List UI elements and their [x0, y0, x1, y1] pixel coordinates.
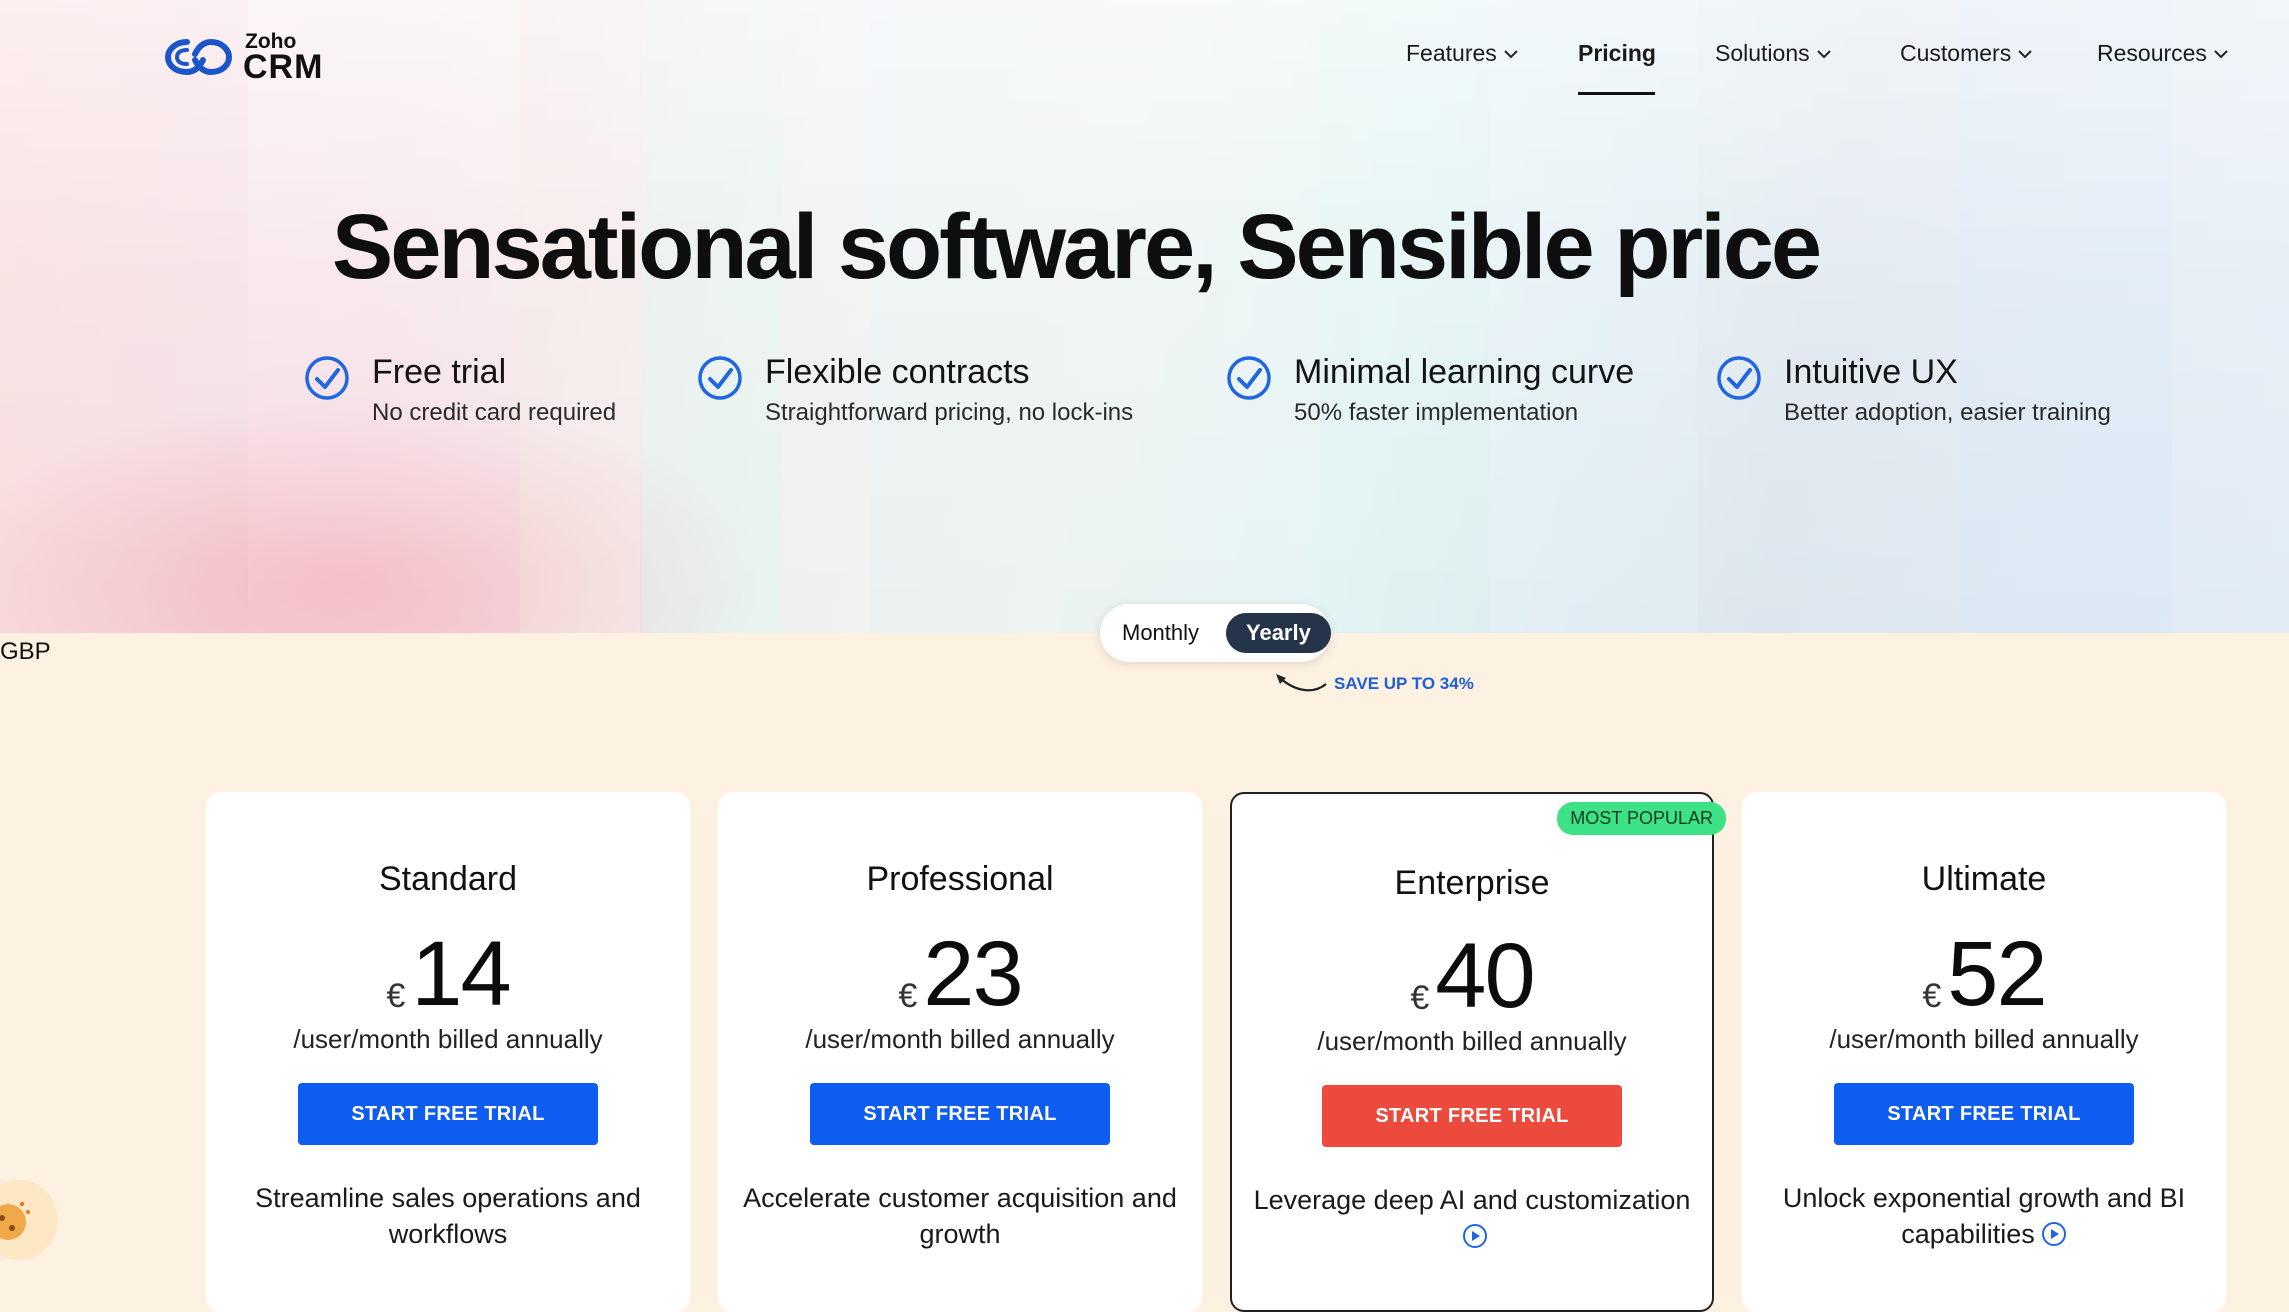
plan-description: Streamline sales operations and workflow…	[255, 1183, 641, 1249]
toggle-yearly[interactable]: Yearly	[1226, 613, 1331, 653]
price-amount: 14	[411, 923, 511, 1025]
start-free-trial-button[interactable]: START FREE TRIAL	[1834, 1083, 2134, 1145]
plan-price: €40	[1232, 924, 1712, 1029]
most-popular-badge: MOST POPULAR	[1557, 802, 1726, 835]
play-circle-icon[interactable]	[1462, 1223, 1488, 1249]
nav-label: Features	[1406, 40, 1497, 66]
hero-stripe	[1320, 0, 1490, 633]
price-amount: 40	[1435, 925, 1535, 1027]
plan-name: Professional	[866, 860, 1054, 898]
plan-description-text: Leverage deep AI and customization	[1253, 1185, 1691, 1215]
nav-features[interactable]: Features	[1406, 40, 1519, 67]
check-circle-icon	[1717, 356, 1761, 400]
plan-name: Enterprise	[1394, 864, 1550, 902]
check-circle-icon	[1227, 356, 1271, 400]
check-circle-icon	[305, 356, 349, 400]
billing-toggle[interactable]: Monthly Yearly	[1100, 604, 1331, 662]
plan-name: Ultimate	[1921, 860, 2047, 898]
nav-label: Customers	[1900, 40, 2012, 66]
start-free-trial-button[interactable]: START FREE TRIAL	[1322, 1085, 1622, 1147]
plan-billing: /user/month billed annually	[805, 1024, 1115, 1054]
nav-pricing[interactable]: Pricing	[1578, 40, 1656, 67]
plan-price: €14	[206, 922, 690, 1027]
feature-subtitle: No credit card required	[372, 399, 617, 426]
nav-active-indicator	[1578, 92, 1655, 95]
price-currency: €	[386, 977, 406, 1015]
hero-stripe	[520, 0, 640, 633]
hero-stripe	[870, 0, 1320, 633]
check-circle-icon	[698, 356, 742, 400]
nav-resources[interactable]: Resources	[2097, 40, 2229, 67]
chevron-down-icon	[2018, 49, 2032, 58]
save-note: SAVE UP TO 34%	[1270, 670, 1490, 700]
chevron-down-icon	[2214, 49, 2228, 58]
feature-subtitle: Better adoption, easier training	[1784, 399, 2111, 426]
feature-title: Flexible contracts	[765, 353, 1030, 391]
plan-card-standard: Standard €14 /user/month billed annually…	[206, 792, 690, 1312]
feature-subtitle: 50% faster implementation	[1294, 399, 1579, 426]
logo-text-crm: CRM	[243, 48, 324, 86]
currency-label[interactable]: GBP	[0, 638, 51, 666]
start-free-trial-button[interactable]: START FREE TRIAL	[298, 1083, 598, 1145]
start-free-trial-button[interactable]: START FREE TRIAL	[810, 1083, 1110, 1145]
plan-card-ultimate: Ultimate €52 /user/month billed annually…	[1742, 792, 2226, 1312]
nav-solutions[interactable]: Solutions	[1715, 40, 1832, 67]
hero-stripe	[642, 0, 782, 633]
hero-section	[0, 0, 2289, 633]
plan-billing: /user/month billed annually	[1317, 1026, 1627, 1056]
plan-description: Accelerate customer acquisition and grow…	[743, 1183, 1177, 1249]
price-amount: 23	[923, 923, 1023, 1025]
toggle-monthly[interactable]: Monthly	[1122, 604, 1199, 662]
nav-label: Pricing	[1578, 40, 1656, 66]
curved-arrow-icon	[1276, 674, 1327, 692]
nav-label: Resources	[2097, 40, 2207, 66]
nav-customers[interactable]: Customers	[1900, 40, 2033, 67]
play-circle-icon[interactable]	[2041, 1221, 2067, 1247]
plan-price: €52	[1742, 922, 2226, 1027]
chevron-down-icon	[1816, 49, 1831, 58]
chevron-down-icon	[1504, 49, 1518, 58]
price-amount: 52	[1947, 923, 2047, 1025]
feature-title: Free trial	[372, 353, 507, 391]
price-currency: €	[1922, 977, 1942, 1015]
hero-stripe	[248, 0, 520, 633]
plan-card-enterprise: MOST POPULAR Enterprise €40 /user/month …	[1230, 792, 1726, 1312]
cookie-consent-button[interactable]	[0, 1180, 58, 1260]
price-currency: €	[1410, 979, 1430, 1017]
feature-title: Minimal learning curve	[1294, 353, 1635, 391]
feature-subtitle: Straightforward pricing, no lock-ins	[765, 399, 1134, 426]
feature-title: Intuitive UX	[1784, 353, 1958, 391]
hero-title: Sensational software, Sensible price	[331, 196, 1822, 298]
plan-description: Leverage deep AI and customization	[1250, 1182, 1694, 1254]
zoho-crm-logo[interactable]: Zoho CRM	[165, 26, 335, 86]
plan-price: €23	[718, 922, 1202, 1027]
plan-description: Unlock exponential growth and BI capabil…	[1762, 1180, 2206, 1252]
plan-billing: /user/month billed annually	[293, 1024, 603, 1054]
plan-name: Standard	[379, 860, 517, 898]
plan-description-text: Unlock exponential growth and BI capabil…	[1782, 1183, 2186, 1249]
save-note-text: SAVE UP TO 34%	[1334, 674, 1474, 693]
nav-label: Solutions	[1715, 40, 1810, 66]
cookie-icon	[0, 1201, 30, 1240]
plan-card-professional: Professional €23 /user/month billed annu…	[718, 792, 1202, 1312]
hero-stripe	[1960, 0, 2172, 633]
plan-billing: /user/month billed annually	[1829, 1024, 2139, 1054]
zoho-logo-icon	[165, 38, 233, 76]
price-currency: €	[898, 977, 918, 1015]
